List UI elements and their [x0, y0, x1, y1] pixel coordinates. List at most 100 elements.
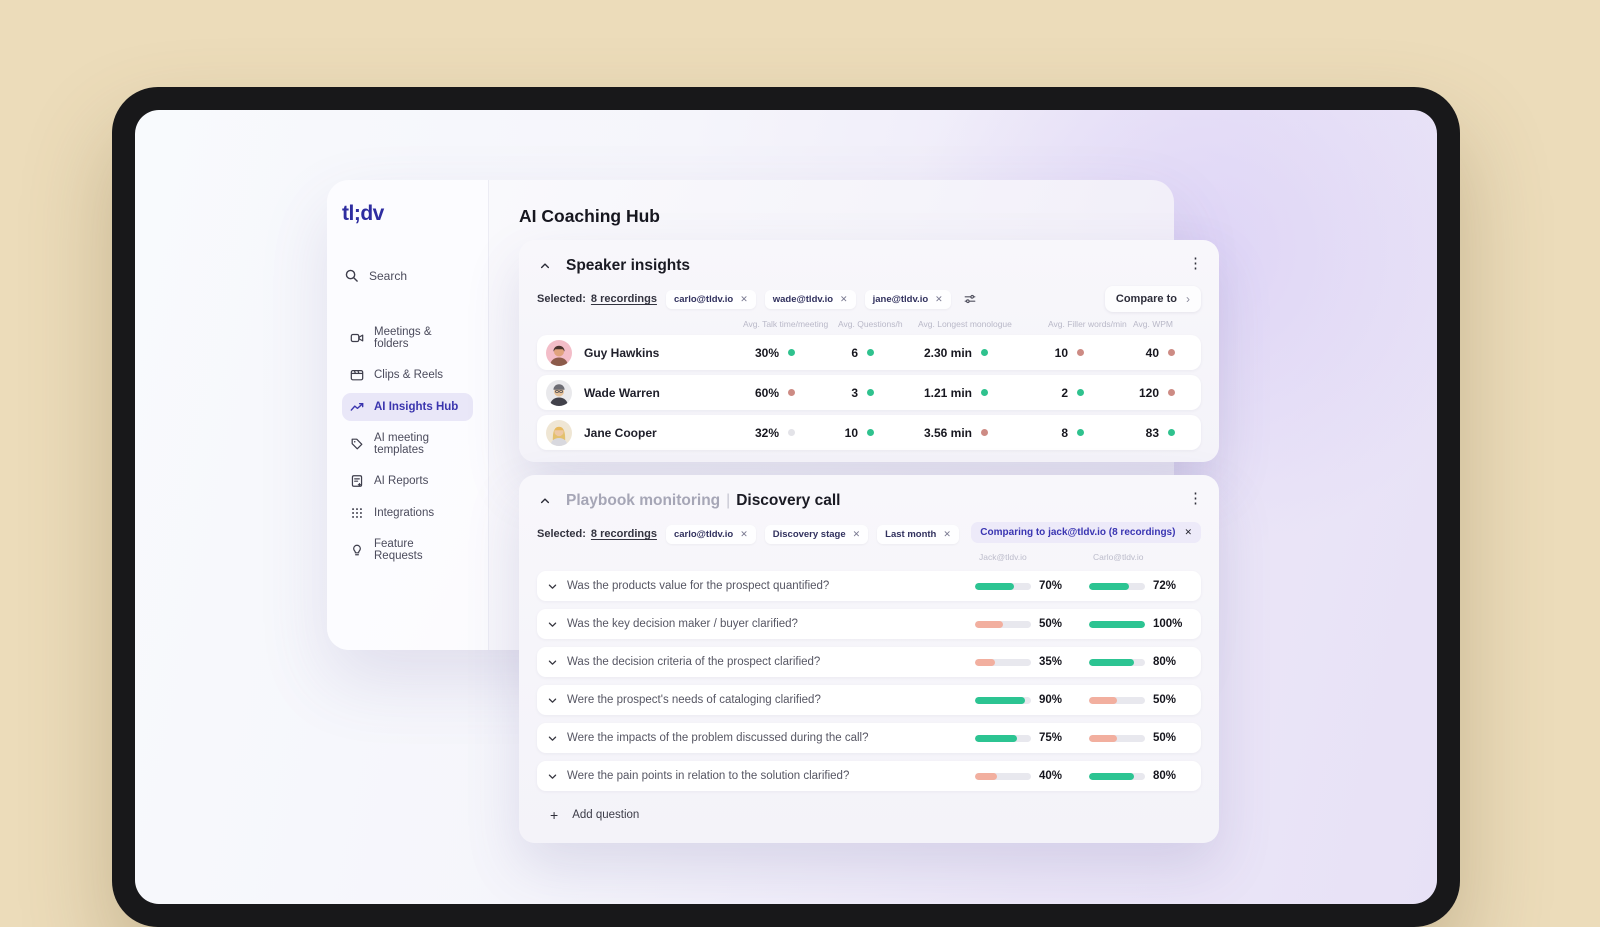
playbook-question-row[interactable]: Were the prospect's needs of cataloging …: [537, 685, 1201, 715]
speaker-insights-panel: Speaker insights ⋮ Selected: 8 recording…: [519, 240, 1219, 462]
sidebar-item-meetings-folders[interactable]: Meetings & folders: [342, 319, 473, 357]
close-icon[interactable]: ✕: [1184, 527, 1192, 538]
avatar: [546, 379, 572, 406]
speaker-row[interactable]: Guy Hawkins 30% 6 2.30 min 10 40: [537, 335, 1201, 370]
playbook-question-row[interactable]: Was the decision criteria of the prospec…: [537, 647, 1201, 677]
metric-monologue: 2.30 min: [912, 346, 1042, 360]
bar-cell-carlo: 50%: [1089, 694, 1201, 706]
status-dot: [1168, 389, 1175, 396]
speaker-name: Wade Warren: [584, 385, 660, 400]
chevron-down-icon[interactable]: [537, 733, 567, 744]
question-text: Were the impacts of the problem discusse…: [567, 732, 869, 744]
add-question-label: Add question: [572, 809, 640, 821]
metric-wpm: 40: [1127, 346, 1201, 360]
chevron-down-icon[interactable]: [537, 619, 567, 630]
sidebar-item-ai-reports[interactable]: AI Reports: [342, 467, 473, 495]
speaker-row[interactable]: Jane Cooper 32% 10 3.56 min 8 83: [537, 415, 1201, 450]
progress-track: [1089, 734, 1145, 742]
progress-track: [1089, 696, 1145, 704]
close-icon[interactable]: ✕: [943, 529, 951, 540]
close-icon[interactable]: ✕: [840, 294, 848, 305]
metric-questions: 3: [832, 386, 912, 400]
progress-fill: [1089, 772, 1134, 780]
page-title: AI Coaching Hub: [519, 206, 660, 226]
sidebar-item-feature-requests[interactable]: Feature Requests: [342, 531, 473, 569]
avatar: [546, 339, 572, 366]
tag-icon: [351, 438, 363, 450]
percent-label: 50%: [1153, 694, 1177, 706]
chevron-down-icon[interactable]: [537, 581, 567, 592]
search-input[interactable]: Search: [342, 268, 473, 283]
bar-cell-carlo: 100%: [1089, 618, 1201, 630]
sidebar-item-clips-reels[interactable]: Clips & Reels: [342, 361, 473, 389]
metric-wpm: 83: [1127, 426, 1201, 440]
metric-filler-words: 10: [1042, 346, 1127, 360]
close-icon[interactable]: ✕: [935, 294, 943, 305]
bar-cell-carlo: 80%: [1089, 770, 1201, 782]
status-dot: [867, 389, 874, 396]
panel-title-muted: Playbook monitoring: [566, 492, 721, 509]
sidebar-item-ai-meeting-templates[interactable]: AI meeting templates: [342, 425, 473, 463]
filter-chip[interactable]: Last month ✕: [877, 524, 959, 544]
close-icon[interactable]: ✕: [853, 529, 861, 540]
comparing-to-chip[interactable]: Comparing to jack@tldv.io (8 recordings)…: [971, 522, 1201, 543]
search-label: Search: [369, 268, 408, 283]
tldv-logo: tl;dv: [342, 202, 384, 225]
status-dot: [981, 349, 988, 356]
progress-fill: [1089, 696, 1117, 704]
sidebar-item-integrations[interactable]: Integrations: [342, 499, 473, 527]
playbook-header: Playbook monitoring | Discovery call ⋮: [537, 489, 1203, 513]
speaker-row[interactable]: Wade Warren 60% 3 1.21 min 2 120: [537, 375, 1201, 410]
bar-cell-jack: 90%: [975, 694, 1089, 706]
filter-chip[interactable]: wade@tldv.io ✕: [764, 289, 856, 309]
selected-count-link[interactable]: 8 recordings: [591, 528, 657, 540]
chevron-down-icon[interactable]: [537, 695, 567, 706]
kebab-menu-icon[interactable]: ⋮: [1188, 256, 1203, 271]
playbook-question-row[interactable]: Were the impacts of the problem discusse…: [537, 723, 1201, 753]
selected-label: Selected:: [537, 293, 586, 305]
column-header: Avg. Longest monologue: [918, 319, 1012, 329]
speaker-name: Jane Cooper: [584, 425, 657, 440]
bar-cell-jack: 35%: [975, 656, 1089, 668]
sidebar-item-label: AI Reports: [374, 475, 429, 487]
collapse-chevron-up-icon[interactable]: [537, 493, 553, 509]
progress-fill: [975, 658, 995, 666]
question-text: Was the decision criteria of the prospec…: [567, 656, 821, 668]
filter-chip[interactable]: jane@tldv.io ✕: [864, 289, 951, 309]
filter-settings-icon[interactable]: [963, 292, 977, 306]
sidebar-item-ai-insights-hub[interactable]: AI Insights Hub: [342, 393, 473, 421]
close-icon[interactable]: ✕: [740, 529, 748, 540]
metric-monologue: 1.21 min: [912, 386, 1042, 400]
speaker-name-cell: Wade Warren: [537, 379, 737, 406]
chevron-down-icon[interactable]: [537, 657, 567, 668]
progress-track: [975, 582, 1031, 590]
playbook-filter-row: Selected: 8 recordings carlo@tldv.io ✕ D…: [537, 522, 1201, 545]
status-dot: [788, 349, 795, 356]
progress-fill: [1089, 582, 1130, 590]
search-icon: [345, 269, 358, 282]
progress-track: [975, 620, 1031, 628]
progress-track: [1089, 620, 1145, 628]
metric-filler-words: 8: [1042, 426, 1127, 440]
status-dot: [1077, 429, 1084, 436]
add-question-button[interactable]: + Add question: [537, 801, 1201, 829]
playbook-question-row[interactable]: Were the pain points in relation to the …: [537, 761, 1201, 791]
collapse-chevron-up-icon[interactable]: [537, 258, 553, 274]
playbook-question-row[interactable]: Was the key decision maker / buyer clari…: [537, 609, 1201, 639]
bar-cell-carlo: 80%: [1089, 656, 1201, 668]
filter-chip[interactable]: carlo@tldv.io ✕: [665, 524, 756, 544]
filter-chip[interactable]: Discovery stage ✕: [764, 524, 869, 544]
chevron-down-icon[interactable]: [537, 771, 567, 782]
speaker-filter-row: Selected: 8 recordings carlo@tldv.io ✕ w…: [537, 286, 1201, 312]
kebab-menu-icon[interactable]: ⋮: [1188, 491, 1203, 506]
compare-to-button[interactable]: Compare to ›: [1104, 286, 1201, 312]
filter-chip[interactable]: carlo@tldv.io ✕: [665, 289, 756, 309]
metric-talk-time: 60%: [737, 386, 832, 400]
panel-title: Speaker insights: [566, 257, 691, 274]
playbook-question-row[interactable]: Was the products value for the prospect …: [537, 571, 1201, 601]
progress-fill: [1089, 658, 1134, 666]
selected-count-link[interactable]: 8 recordings: [591, 293, 657, 305]
close-icon[interactable]: ✕: [740, 294, 748, 305]
plus-icon: +: [550, 807, 559, 823]
status-dot: [867, 349, 874, 356]
